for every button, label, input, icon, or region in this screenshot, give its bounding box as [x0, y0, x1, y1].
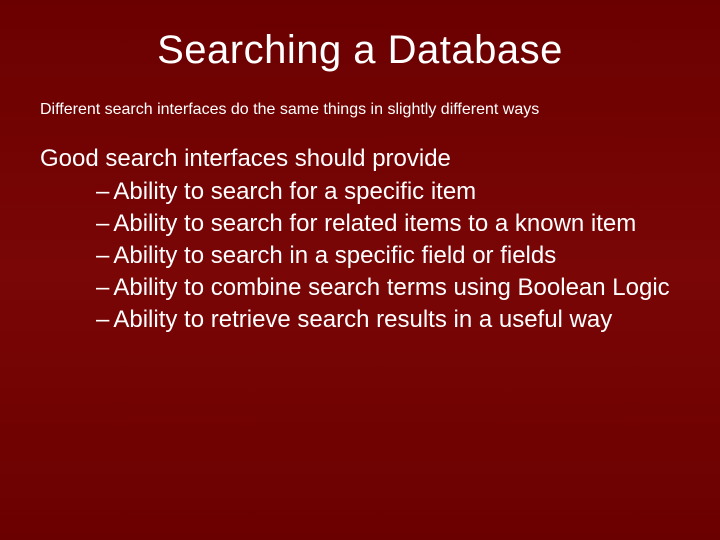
bullet-text: Ability to search for related items to a…: [113, 210, 636, 237]
bullet-text: Ability to search for a specific item: [113, 178, 476, 205]
list-item: –Ability to search for a specific item: [96, 177, 680, 207]
bullet-text: Ability to search in a specific field or…: [113, 242, 556, 269]
bullet-text: Ability to combine search terms using Bo…: [113, 274, 669, 301]
list-item: –Ability to combine search terms using B…: [96, 273, 680, 303]
slide: Searching a Database Different search in…: [0, 0, 720, 540]
bullet-list: –Ability to search for a specific item –…: [40, 177, 680, 335]
slide-title: Searching a Database: [40, 28, 680, 73]
lead-text: Good search interfaces should provide: [40, 145, 680, 173]
slide-subtitle: Different search interfaces do the same …: [40, 101, 680, 119]
list-item: –Ability to search for related items to …: [96, 209, 680, 239]
list-item: –Ability to search in a specific field o…: [96, 241, 680, 271]
list-item: –Ability to retrieve search results in a…: [96, 305, 680, 335]
bullet-text: Ability to retrieve search results in a …: [113, 306, 612, 333]
